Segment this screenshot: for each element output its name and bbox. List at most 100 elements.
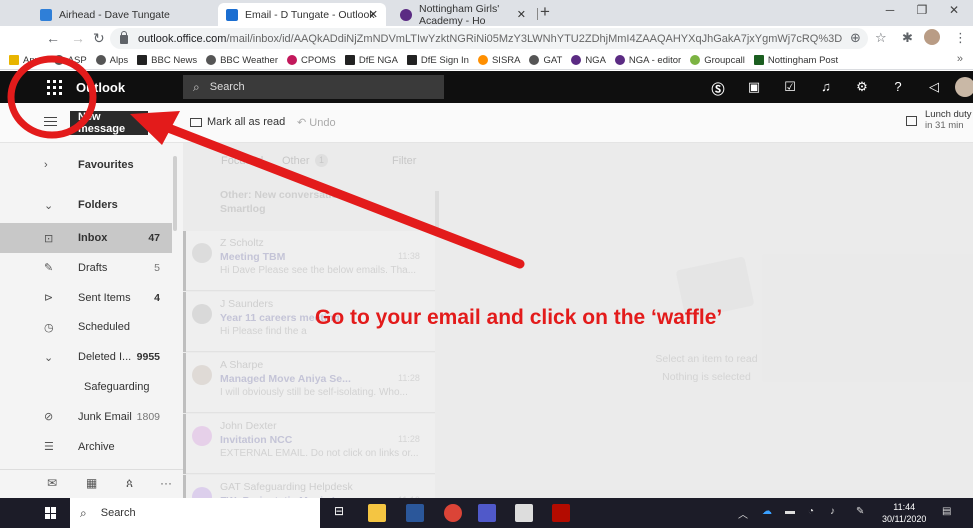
bookmark-label: SISRA — [491, 54, 521, 66]
profile-avatar[interactable] — [924, 29, 940, 45]
folder-deleted-i[interactable]: ⌄ Deleted I... 9955 — [0, 342, 172, 372]
bookmarks-overflow-icon[interactable]: » — [957, 53, 963, 65]
bookmark-item[interactable]: ASP — [53, 55, 87, 66]
file-explorer-icon[interactable] — [368, 504, 386, 522]
acrobat-icon[interactable] — [552, 504, 570, 522]
close-tab-icon[interactable]: ✕ — [517, 8, 526, 21]
reminder-time: in 31 min — [925, 120, 964, 131]
help-icon[interactable]: ? — [889, 79, 907, 94]
folder-favourites[interactable]: › Favourites — [0, 147, 172, 183]
bookmark-item[interactable]: SISRA — [477, 54, 521, 66]
bookmark-item[interactable]: Groupcall — [690, 55, 745, 66]
folder-inbox[interactable]: ⊡ Inbox 47 — [0, 223, 172, 253]
clock-time: 11:44 — [893, 502, 916, 512]
bookmark-favicon-icon — [137, 55, 148, 65]
hamburger-menu-icon[interactable] — [44, 117, 57, 126]
tab-nga[interactable]: Nottingham Girls' Academy - Ho ✕ — [392, 3, 534, 27]
undo-label: Undo — [309, 117, 336, 129]
taskbar-clock[interactable]: 11:44 30/11/2020 — [882, 501, 926, 525]
word-icon[interactable] — [406, 504, 424, 522]
tab-airhead[interactable]: Airhead - Dave Tungate ✕ — [32, 3, 240, 26]
folder-junk-email[interactable]: ⊘ Junk Email 1809 — [0, 402, 172, 432]
folder-count: 47 — [148, 232, 160, 244]
bookmarks-bar: Apps ASP Alps BBC News BBC Weather CPOMS DfE N… — [0, 51, 973, 70]
minimize-icon[interactable]: ─ — [880, 3, 900, 17]
bookmark-item[interactable]: NGA — [571, 55, 606, 66]
nga-favicon-icon — [400, 8, 412, 21]
tab-outlook[interactable]: Email - D Tungate - Outlook ✕ — [218, 3, 386, 26]
new-message-button[interactable]: New message — [70, 111, 148, 135]
bookmark-label: Apps — [23, 54, 45, 66]
sims-icon[interactable] — [515, 504, 533, 522]
menu-kebab-icon[interactable]: ⋮ — [954, 30, 967, 46]
bookmark-item[interactable]: BBC Weather — [206, 55, 278, 66]
battery-icon[interactable]: ▬ — [785, 506, 795, 517]
search-icon: ⌕ — [193, 79, 200, 94]
extensions-icon[interactable]: ✱ — [902, 30, 913, 46]
new-tab-icon[interactable]: + — [540, 2, 550, 22]
windows-start-icon[interactable] — [45, 507, 57, 519]
waffle-app-launcher-icon[interactable] — [42, 77, 66, 97]
folder-archive[interactable]: ☰ Archive — [0, 432, 172, 462]
skype-icon[interactable]: Ⓢ — [709, 79, 727, 98]
onedrive-icon[interactable]: ☁ — [762, 506, 772, 517]
gear-icon[interactable]: ⚙ — [853, 79, 871, 95]
volume-icon[interactable]: ♪ — [830, 506, 835, 517]
people-icon[interactable]: ጰ — [126, 476, 133, 491]
reload-icon[interactable]: ↻ — [93, 30, 105, 47]
tray-chevron-icon[interactable]: ︿ — [738, 506, 748, 521]
teams-taskbar-icon[interactable] — [478, 504, 496, 522]
block-icon: ⊘ — [44, 411, 54, 424]
outlook-brand[interactable]: Outlook — [76, 80, 125, 95]
browser-toolbar: ← → ↻ outlook.office.com/mail/inbox/id/A… — [0, 26, 973, 51]
more-apps-icon[interactable]: ··· — [160, 476, 172, 490]
forward-icon[interactable]: → — [71, 30, 85, 46]
todo-icon[interactable]: ☑ — [781, 79, 799, 95]
bookmark-favicon-icon — [95, 55, 106, 65]
folder-count: 9955 — [136, 351, 160, 364]
restore-icon[interactable]: ❐ — [912, 3, 932, 17]
back-icon[interactable]: ← — [46, 30, 60, 46]
chrome-icon[interactable] — [444, 504, 462, 522]
bookmark-item[interactable]: NGA - editor — [614, 55, 681, 66]
bookmark-item[interactable]: Apps — [9, 55, 45, 66]
folder-scheduled[interactable]: ◷ Scheduled — [0, 312, 172, 342]
star-icon[interactable]: ☆ — [875, 30, 887, 46]
bell-icon[interactable]: ♫ — [817, 79, 835, 94]
feedback-icon[interactable]: ◁ — [925, 79, 943, 95]
bookmark-item[interactable]: Nottingham Post — [753, 54, 839, 66]
close-tab-icon[interactable]: ✕ — [369, 8, 378, 21]
bookmark-item[interactable]: BBC News — [137, 55, 197, 66]
bookmark-label: NGA — [585, 54, 606, 66]
bookmark-item[interactable]: DfE Sign In — [406, 55, 469, 66]
notifications-icon[interactable]: ▤ — [942, 506, 951, 517]
folder-pane-scrollbar[interactable] — [173, 156, 177, 231]
teams-icon[interactable]: ▣ — [745, 79, 763, 95]
mark-all-read-button[interactable]: Mark all as read — [190, 116, 285, 128]
chevron-down-icon: ⌄ — [44, 199, 54, 212]
bookmark-label: Alps — [109, 54, 129, 66]
mail-icon[interactable]: ✉ — [47, 476, 57, 490]
zoom-icon[interactable]: ⊕ — [850, 30, 861, 46]
bookmark-item[interactable]: DfE NGA — [344, 54, 398, 66]
address-bar[interactable]: outlook.office.com/mail/inbox/id/AAQkADd… — [110, 28, 868, 49]
bookmark-item[interactable]: CPOMS — [287, 55, 336, 66]
calendar-module-icon[interactable]: ▦ — [86, 476, 97, 490]
reminder-lunch-duty[interactable]: Lunch duty in 31 min — [906, 109, 971, 131]
folder-safeguarding[interactable]: Safeguarding — [0, 372, 172, 402]
wifi-icon[interactable]: ◔ — [808, 506, 814, 517]
bookmark-label: Nottingham Post — [767, 54, 839, 66]
folder-sent-items[interactable]: ⊳ Sent Items 4 — [0, 283, 172, 313]
folder-drafts[interactable]: ✎ Drafts 5 — [0, 253, 172, 283]
undo-button[interactable]: ↶ Undo — [297, 116, 336, 129]
bookmark-item[interactable]: GAT — [529, 55, 562, 66]
folder-folders[interactable]: ⌄ Folders — [0, 187, 172, 223]
window-close-icon[interactable]: ✕ — [944, 3, 964, 17]
taskbar-search[interactable]: ⌕ Search — [70, 498, 320, 528]
user-avatar[interactable] — [955, 77, 973, 97]
bookmark-item[interactable]: Alps — [95, 54, 129, 66]
bookmark-label: DfE NGA — [358, 54, 398, 66]
pen-icon[interactable]: ✎ — [856, 506, 864, 517]
search-box[interactable]: ⌕ Search — [183, 75, 444, 99]
task-view-icon[interactable]: ⊟ — [330, 504, 348, 522]
